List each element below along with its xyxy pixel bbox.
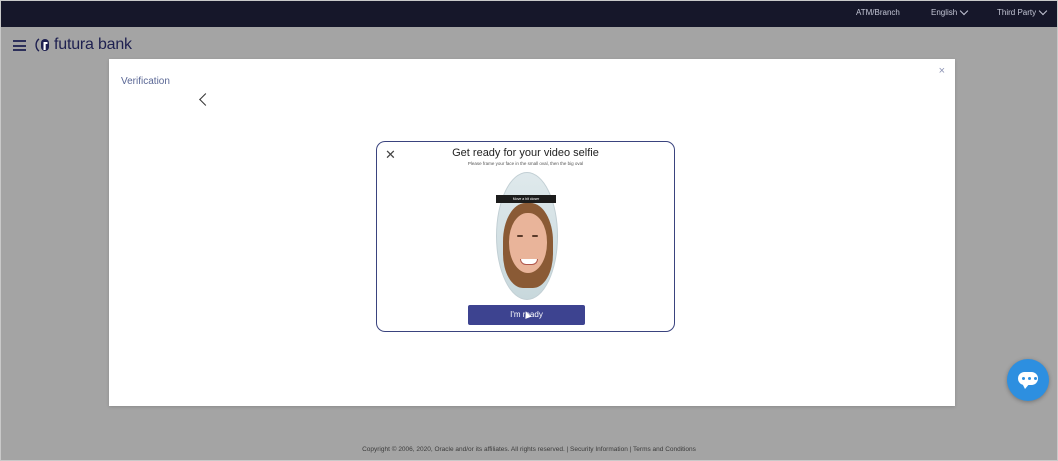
video-selfie-dialog: ✕ Get ready for your video selfie Please… [376,141,675,332]
futura-logo-icon [35,38,49,52]
panel-title: Verification [121,76,170,87]
chevron-down-icon [1038,6,1048,16]
language-selector[interactable]: English [931,6,969,17]
chat-button[interactable] [1007,359,1049,401]
language-label: English [931,8,958,17]
app-frame: ATM/Branch English Third Party futura ba… [0,0,1058,461]
back-arrow-icon[interactable] [199,93,212,106]
selfie-preview-oval [496,172,558,300]
third-party-selector[interactable]: Third Party [997,6,1048,17]
copyright-text: Copyright © 2006, 2020, Oracle and/or it… [362,446,696,453]
top-bar: ATM/Branch English Third Party [1,1,1057,27]
dialog-title: Get ready for your video selfie [452,147,599,159]
close-icon[interactable]: × [939,65,945,77]
footer: Copyright © 2006, 2020, Oracle and/or it… [1,441,1057,460]
atm-branch-label: ATM/Branch [856,8,900,17]
dialog-subtitle: Please frame your face in the small oval… [467,161,584,166]
logo-text: futura bank [54,36,132,53]
hint-tooltip: Move a bit closer [496,195,556,203]
third-party-label: Third Party [997,8,1037,17]
hamburger-menu-icon[interactable] [13,40,26,51]
chevron-down-icon [960,6,969,16]
atm-branch-link[interactable]: ATM/Branch [856,8,900,17]
camera-preview [496,172,558,300]
bank-logo[interactable]: futura bank [35,36,132,54]
